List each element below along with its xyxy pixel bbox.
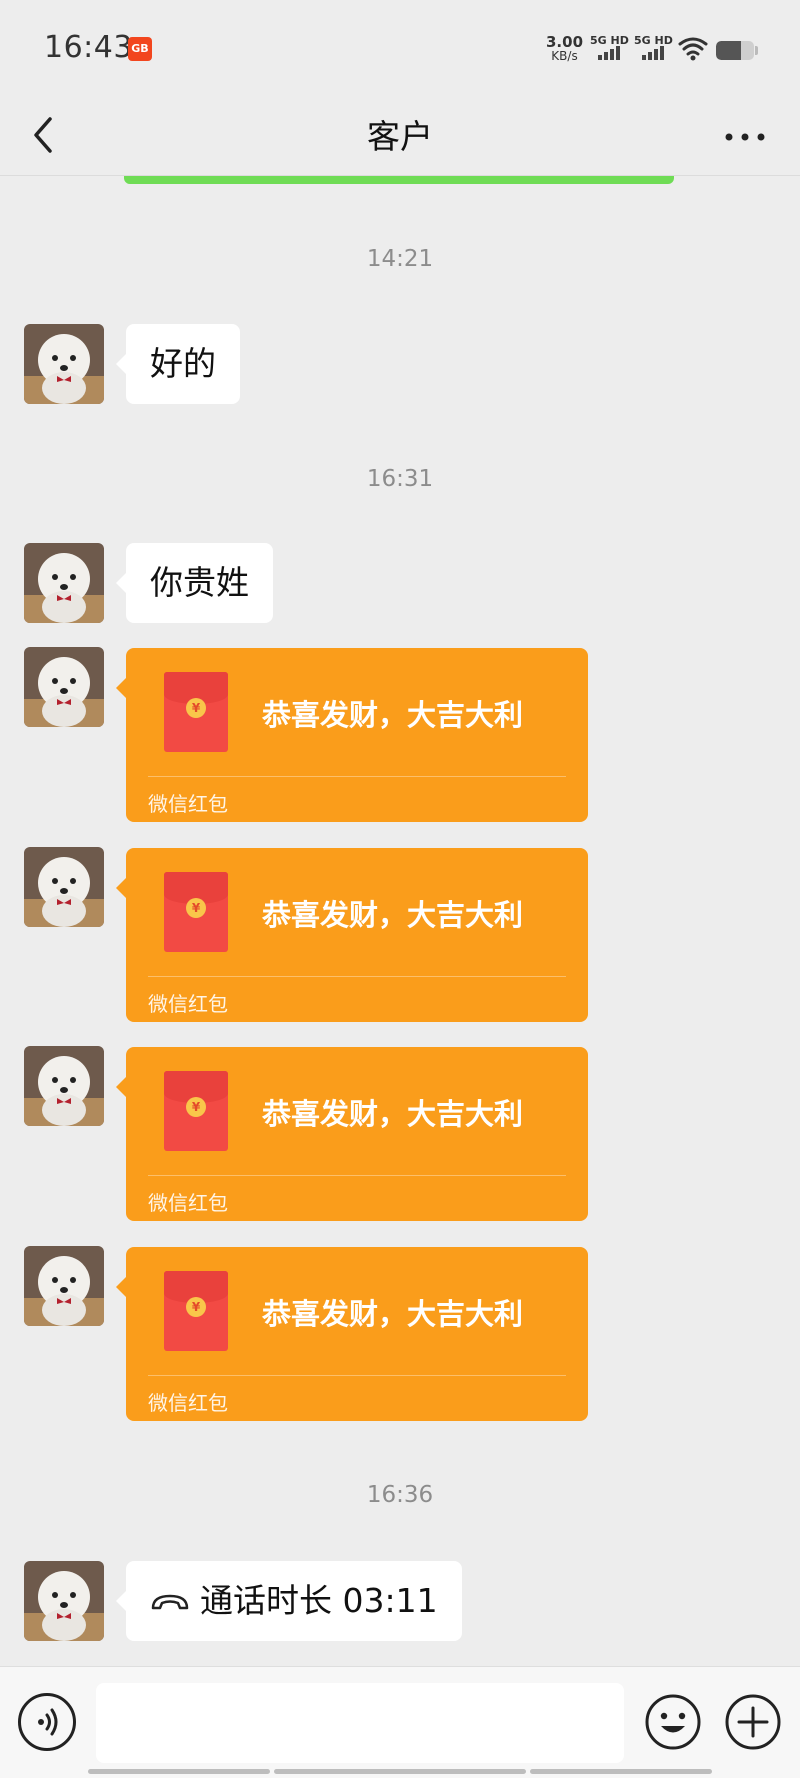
red-envelope-icon: ¥	[164, 1271, 228, 1351]
avatar[interactable]	[24, 324, 104, 404]
avatar[interactable]	[24, 847, 104, 927]
message-timestamp: 16:31	[366, 466, 434, 492]
notification-app-icon: GB	[128, 37, 152, 61]
avatar[interactable]	[24, 647, 104, 727]
signal-icon-2: 5G HD	[634, 34, 673, 62]
plus-icon[interactable]	[724, 1693, 782, 1751]
gesture-bar	[530, 1769, 712, 1774]
divider	[148, 776, 566, 777]
chat-title: 客户	[367, 117, 433, 156]
red-packet-title: 恭喜发财，大吉大利	[262, 698, 524, 732]
message-bubble[interactable]: 你贵姓	[116, 543, 273, 623]
avatar[interactable]	[24, 1046, 104, 1126]
call-record-bubble[interactable]: 通话时长 03:11	[116, 1561, 462, 1641]
gesture-bar	[88, 1769, 270, 1774]
red-packet-card[interactable]: ¥ 恭喜发财，大吉大利 微信红包	[116, 1047, 588, 1221]
status-time: 16:43	[44, 30, 133, 65]
avatar[interactable]	[24, 1561, 104, 1641]
red-packet-title: 恭喜发财，大吉大利	[262, 898, 524, 932]
red-packet-card[interactable]: ¥ 恭喜发财，大吉大利 微信红包	[116, 848, 588, 1022]
message-input[interactable]	[96, 1683, 624, 1763]
red-envelope-icon: ¥	[164, 872, 228, 952]
divider	[148, 976, 566, 977]
divider	[148, 1375, 566, 1376]
red-packet-label: 微信红包	[148, 1391, 228, 1415]
wifi-icon	[678, 37, 708, 61]
net-speed: 3.00 KB/s	[546, 35, 583, 64]
red-envelope-icon: ¥	[164, 1071, 228, 1151]
voice-icon[interactable]	[18, 1693, 76, 1751]
chat-header: 客户	[0, 96, 800, 176]
more-icon[interactable]	[722, 122, 768, 152]
message-timestamp: 14:21	[366, 246, 434, 272]
avatar[interactable]	[24, 1246, 104, 1326]
net-speed-unit: KB/s	[551, 49, 578, 63]
call-duration-text: 通话时长 03:11	[200, 1581, 438, 1620]
red-packet-label: 微信红包	[148, 792, 228, 816]
red-packet-label: 微信红包	[148, 1191, 228, 1215]
avatar[interactable]	[24, 543, 104, 623]
red-packet-card[interactable]: ¥ 恭喜发财，大吉大利 微信红包	[116, 648, 588, 822]
pinned-banner-strip[interactable]	[124, 176, 674, 184]
divider	[148, 1175, 566, 1176]
red-packet-title: 恭喜发财，大吉大利	[262, 1097, 524, 1131]
red-packet-label: 微信红包	[148, 992, 228, 1016]
status-bar: 16:43 GB 3.00 KB/s 5G HD 5G HD	[0, 0, 800, 96]
input-bar	[0, 1666, 800, 1778]
phone-hangup-icon	[151, 1594, 189, 1609]
gesture-bar	[274, 1769, 526, 1774]
message-timestamp: 16:36	[366, 1482, 434, 1508]
battery-tip	[755, 46, 758, 55]
red-envelope-icon: ¥	[164, 672, 228, 752]
battery-icon	[716, 41, 754, 60]
signal-icon: 5G HD	[590, 34, 629, 62]
message-bubble[interactable]: 好的	[116, 324, 240, 404]
emoji-icon[interactable]	[644, 1693, 702, 1751]
red-packet-title: 恭喜发财，大吉大利	[262, 1297, 524, 1331]
red-packet-card[interactable]: ¥ 恭喜发财，大吉大利 微信红包	[116, 1247, 588, 1421]
